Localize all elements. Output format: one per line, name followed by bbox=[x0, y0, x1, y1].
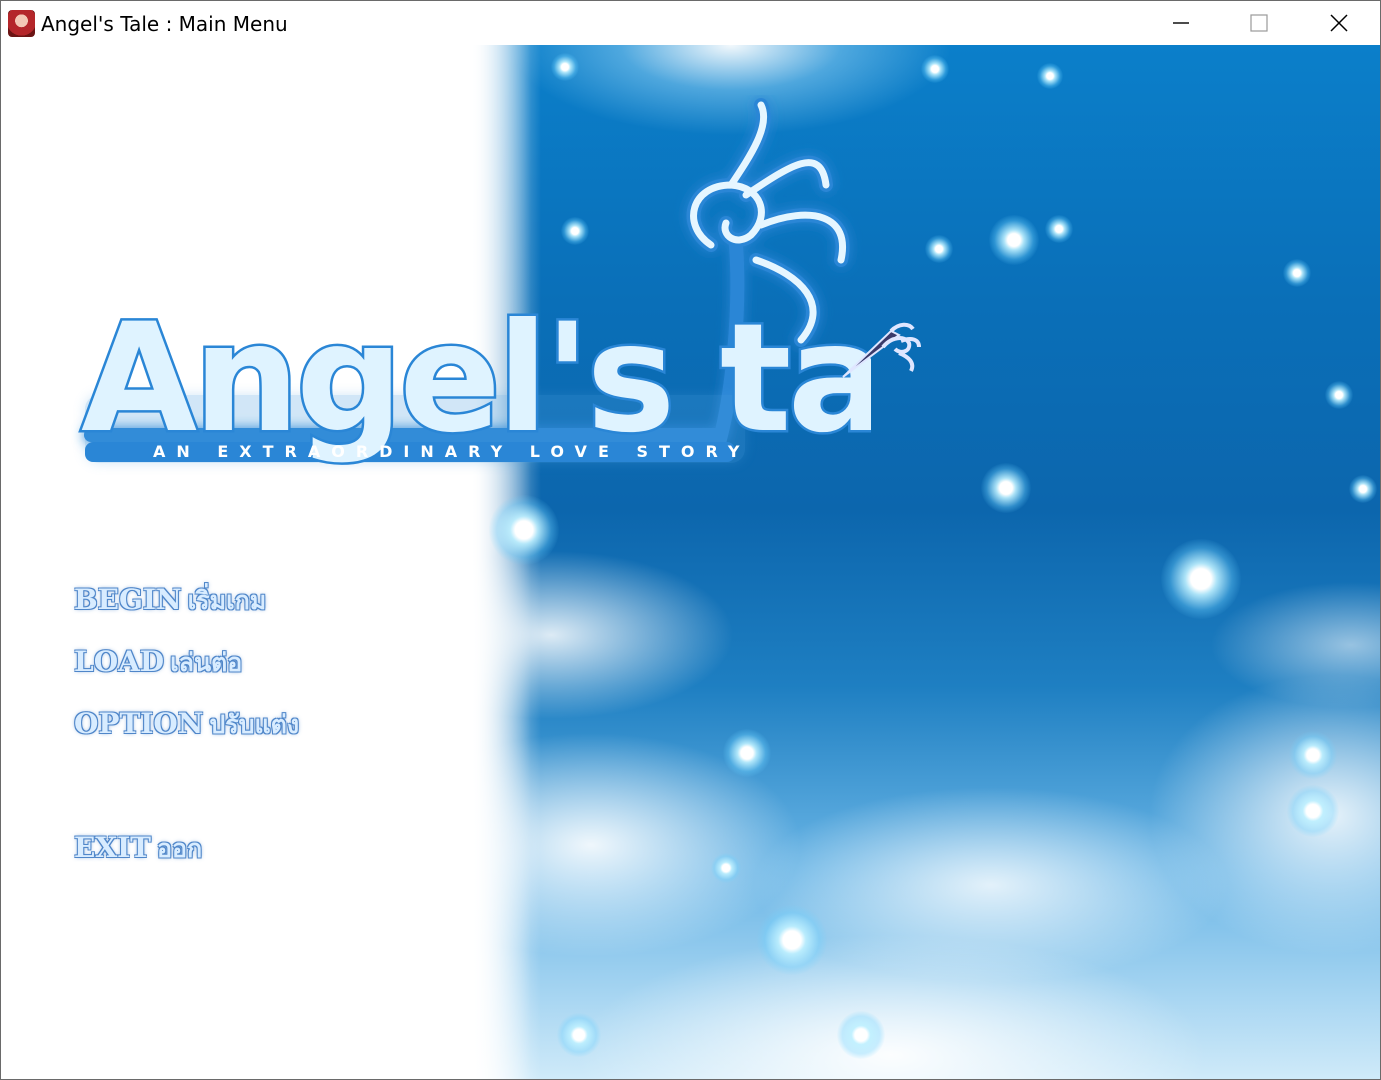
sparkle bbox=[723, 729, 771, 777]
minimize-button[interactable] bbox=[1142, 1, 1220, 45]
menu-begin-thai-label: เริ่มเกม bbox=[187, 586, 267, 615]
sparkle bbox=[1349, 475, 1377, 503]
sparkle bbox=[1045, 215, 1073, 243]
menu-load-label: LOAD bbox=[74, 645, 165, 678]
sparkle bbox=[925, 235, 953, 263]
menu-option-button[interactable]: OPTION ปรับแต่ง bbox=[74, 705, 299, 745]
menu-load-button[interactable]: LOAD เล่นต่อ bbox=[74, 643, 242, 683]
logo-title: Angel's tale bbox=[81, 292, 871, 466]
sparkle bbox=[711, 853, 741, 883]
menu-option-thai-label: ปรับแต่ง bbox=[209, 710, 300, 739]
sparkle bbox=[557, 1013, 601, 1057]
sparkle bbox=[757, 905, 827, 975]
logo-subtitle: AN EXTRAORDINARY LOVE STORY bbox=[153, 442, 751, 461]
sparkle bbox=[921, 55, 949, 83]
sparkle bbox=[1283, 259, 1311, 287]
sparkle bbox=[1161, 539, 1241, 619]
sparkle bbox=[551, 53, 579, 81]
close-button[interactable] bbox=[1300, 1, 1378, 45]
sparkle bbox=[1325, 381, 1353, 409]
menu-exit-thai-label: ออก bbox=[157, 834, 203, 863]
close-icon bbox=[1330, 14, 1348, 32]
wing-cursor-icon bbox=[842, 322, 921, 378]
sparkle bbox=[1287, 785, 1339, 837]
maximize-icon bbox=[1250, 14, 1268, 32]
minimize-icon bbox=[1173, 22, 1189, 24]
maximize-button[interactable] bbox=[1220, 1, 1298, 45]
sparkle bbox=[837, 1011, 885, 1059]
cloud-layer bbox=[471, 515, 1380, 1079]
menu-exit-button[interactable]: EXIT ออก bbox=[74, 829, 202, 869]
menu-option-label: OPTION bbox=[74, 707, 204, 740]
game-screen: Angel's tale AN EXTRAORDINARY LOVE STORY… bbox=[1, 45, 1380, 1079]
sparkle bbox=[489, 495, 559, 565]
window-title: Angel's Tale : Main Menu bbox=[41, 12, 288, 36]
menu-begin-button[interactable]: BEGIN เริ่มเกม bbox=[74, 581, 266, 621]
sparkle bbox=[1289, 731, 1337, 779]
menu-exit-label: EXIT bbox=[74, 831, 151, 864]
sparkle bbox=[981, 463, 1031, 513]
sparkle bbox=[989, 215, 1039, 265]
app-icon bbox=[8, 10, 35, 37]
menu-load-thai-label: เล่นต่อ bbox=[170, 648, 243, 677]
game-window: Angel's Tale : Main Menu Angel's ta AN E… bbox=[0, 0, 1381, 1080]
menu-begin-label: BEGIN bbox=[74, 583, 182, 616]
sparkle bbox=[1037, 63, 1063, 89]
game-logo: Angel's tale AN EXTRAORDINARY LOVE STORY bbox=[71, 95, 1036, 495]
title-bar[interactable]: Angel's Tale : Main Menu bbox=[1, 1, 1380, 45]
